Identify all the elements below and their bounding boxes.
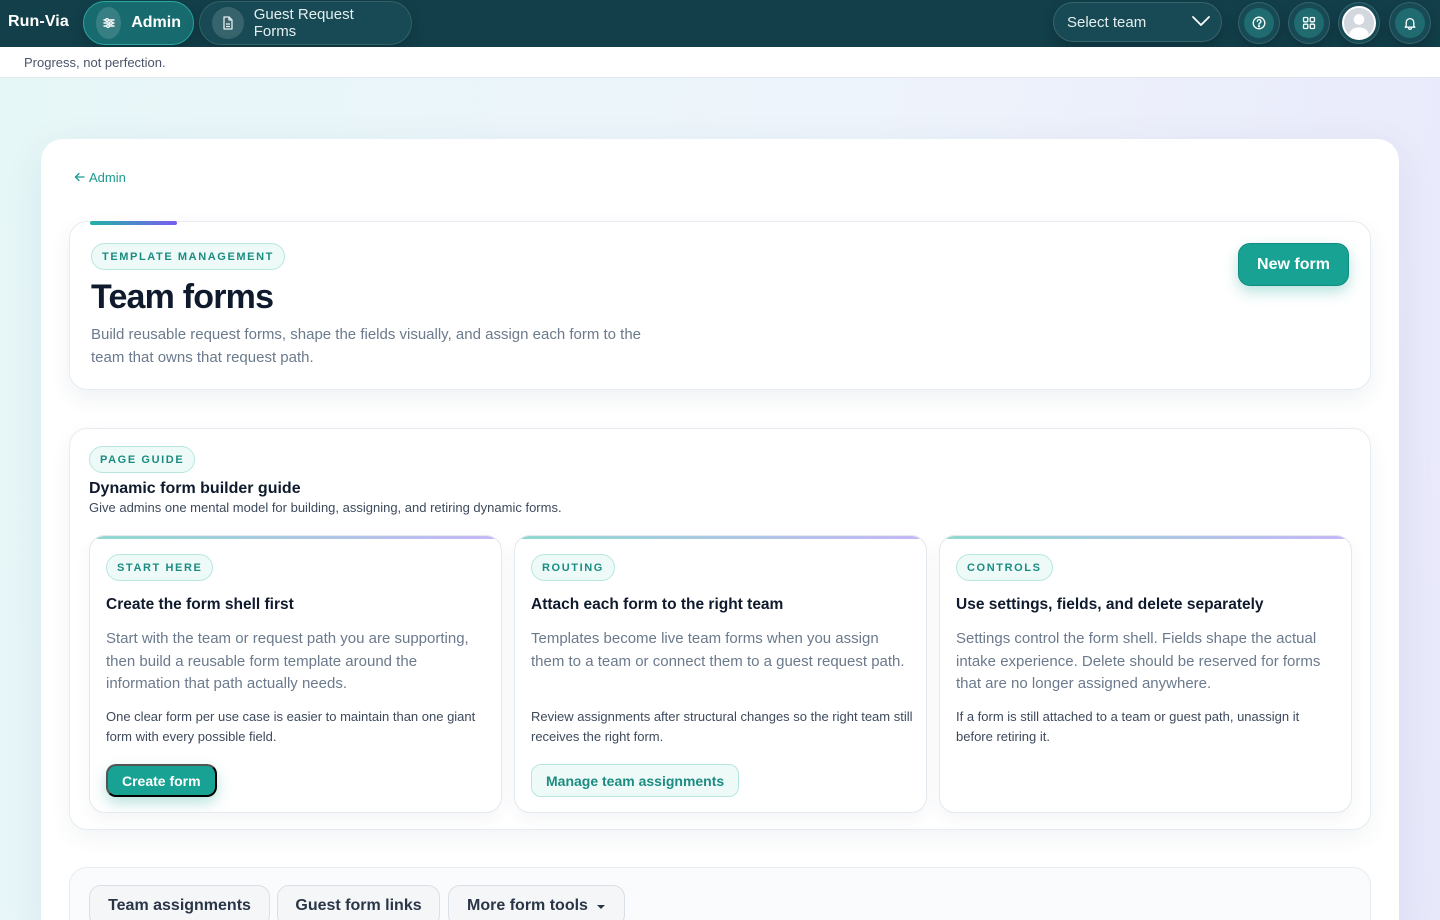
arrow-left-icon <box>74 170 85 185</box>
guide-card-title: Create the form shell first <box>106 596 294 613</box>
hero-accent-bar <box>90 221 177 225</box>
nav-tab-admin[interactable]: Admin <box>83 1 194 45</box>
guide-card-body: Templates become live team forms when yo… <box>531 630 905 670</box>
guide-card-tag: ROUTING <box>531 554 615 581</box>
team-select[interactable]: Select team <box>1053 2 1222 42</box>
more-form-tools-dropdown[interactable]: More form tools <box>448 885 625 920</box>
help-button[interactable] <box>1238 2 1280 44</box>
notifications-button[interactable] <box>1389 2 1431 44</box>
tab-guest-form-links[interactable]: Guest form links <box>277 885 440 920</box>
bell-icon <box>1395 8 1425 38</box>
brand-logo[interactable]: Run-Via <box>8 13 69 31</box>
top-bar: Run-Via Admin Guest Request Forms Select… <box>0 0 1440 47</box>
help-icon <box>1244 8 1274 38</box>
nav-tab-guest-request-forms[interactable]: Guest Request Forms <box>199 1 412 45</box>
nav-tab-label: Admin <box>131 14 181 31</box>
guide-card-note: If a form is still attached to a team or… <box>956 709 1300 744</box>
caret-down-icon <box>596 897 606 915</box>
team-select-value: Select team <box>1067 13 1147 31</box>
create-form-button[interactable]: Create form <box>106 764 217 797</box>
sliders-icon <box>96 7 122 39</box>
guide-card-controls: CONTROLS Use settings, fields, and delet… <box>939 535 1352 813</box>
guide-card-tag: CONTROLS <box>956 554 1053 581</box>
sub-bar: Progress, not perfection. <box>0 47 1440 78</box>
guide-card-start-here: START HERE Create the form shell first S… <box>89 535 502 813</box>
avatar-button[interactable] <box>1338 2 1380 44</box>
apps-button[interactable] <box>1288 2 1330 44</box>
tab-team-assignments[interactable]: Team assignments <box>89 885 270 920</box>
apps-grid-icon <box>1294 8 1324 38</box>
hero-panel: TEMPLATE MANAGEMENT Team forms Build reu… <box>69 221 1371 390</box>
guide-card-body: Settings control the form shell. Fields … <box>956 630 1321 692</box>
page-title: Team forms <box>91 278 274 316</box>
hero-tag: TEMPLATE MANAGEMENT <box>91 243 285 270</box>
guide-subtitle: Give admins one mental model for buildin… <box>89 500 562 515</box>
form-tools-panel: Team assignments Guest form links More f… <box>69 867 1371 920</box>
new-form-button[interactable]: New form <box>1238 243 1349 286</box>
avatar <box>1342 6 1376 40</box>
guide-card-tag: START HERE <box>106 554 214 581</box>
guide-card-routing: ROUTING Attach each form to the right te… <box>514 535 927 813</box>
guide-tag: PAGE GUIDE <box>89 446 196 473</box>
guide-card-title: Attach each form to the right team <box>531 596 784 613</box>
document-icon <box>212 7 244 39</box>
guide-card-note: One clear form per use case is easier to… <box>106 709 476 744</box>
motto-text: Progress, not perfection. <box>24 55 166 70</box>
chevron-down-icon <box>1191 14 1211 31</box>
page-description: Build reusable request forms, shape the … <box>91 326 642 366</box>
guide-card-note: Review assignments after structural chan… <box>531 709 913 744</box>
guide-card-body: Start with the team or request path you … <box>106 630 469 692</box>
guide-card-title: Use settings, fields, and delete separat… <box>956 596 1264 613</box>
back-link-label: Admin <box>89 170 126 185</box>
page-guide-panel: PAGE GUIDE Dynamic form builder guide Gi… <box>69 428 1371 830</box>
more-form-tools-label: More form tools <box>467 897 588 914</box>
nav-tab-label: Guest Request Forms <box>253 6 354 40</box>
guide-title: Dynamic form builder guide <box>89 480 301 497</box>
manage-team-assignments-button[interactable]: Manage team assignments <box>531 764 740 797</box>
back-link-admin[interactable]: Admin <box>74 170 126 185</box>
